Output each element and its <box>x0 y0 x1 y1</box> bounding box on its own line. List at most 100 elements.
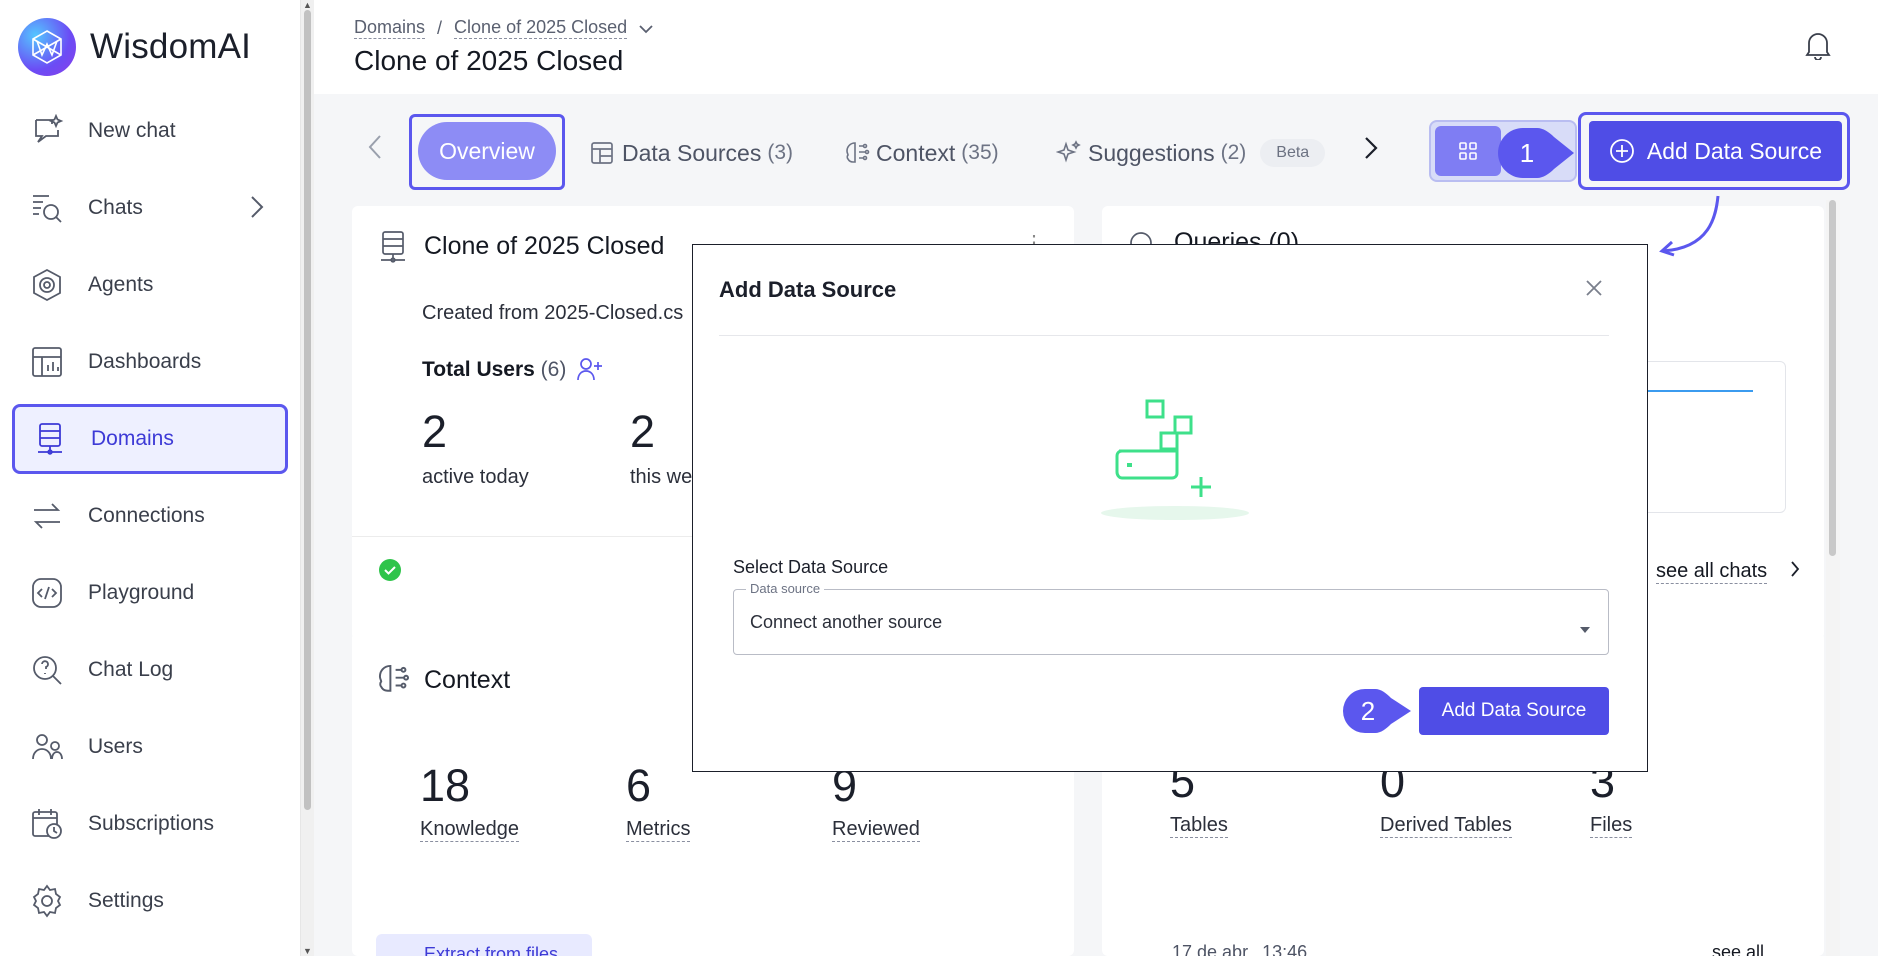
knowledge-label[interactable]: Knowledge <box>420 818 519 842</box>
check-circle-icon <box>378 558 402 587</box>
derived-tables-label[interactable]: Derived Tables <box>1380 814 1512 838</box>
sidebar-item-label: Settings <box>88 889 164 912</box>
last-updated-time: 17 de abr., 13:46 <box>1172 942 1308 956</box>
total-users-count: (6) <box>540 358 567 381</box>
select-value: Connect another source <box>750 612 943 632</box>
sidebar-item-label: Subscriptions <box>88 812 215 835</box>
sidebar-item-playground[interactable]: Playground <box>12 558 288 628</box>
scroll-up-icon[interactable]: ▲ <box>303 0 312 10</box>
caret-down-icon[interactable] <box>1580 620 1590 638</box>
tab-data-sources[interactable]: Data Sources (3) <box>590 122 793 184</box>
tables-label[interactable]: Tables <box>1170 814 1228 838</box>
files-label[interactable]: Files <box>1590 814 1633 838</box>
sidebar-item-chats[interactable]: Chats <box>12 173 288 243</box>
sidebar-item-label: Users <box>88 735 143 758</box>
this-week-value: 2 <box>630 406 656 457</box>
breadcrumb-current[interactable]: Clone of 2025 Closed <box>454 17 628 39</box>
plus-circle-icon <box>1609 138 1635 164</box>
tabs-prev-chevron-icon[interactable] <box>368 134 382 165</box>
subscriptions-icon <box>28 805 66 843</box>
sidebar-item-label: Dashboards <box>88 350 202 373</box>
sidebar-item-settings[interactable]: Settings <box>12 866 288 936</box>
beta-badge: Beta <box>1260 139 1326 167</box>
grid-view-icon[interactable] <box>1435 126 1501 176</box>
tab-count: (35) <box>961 141 999 164</box>
scroll-down-icon[interactable]: ▼ <box>303 946 312 956</box>
sparkle-icon <box>1056 140 1082 166</box>
playground-icon <box>28 574 66 612</box>
add-data-source-label: Add Data Source <box>1646 137 1823 164</box>
dashboard-icon <box>28 343 66 381</box>
tab-context[interactable]: Context (35) <box>844 122 999 184</box>
knowledge-value: 18 <box>420 760 471 811</box>
total-users-label: Total Users <box>422 358 535 381</box>
chats-search-icon <box>28 189 66 227</box>
chevron-right-icon[interactable] <box>250 195 264 225</box>
metrics-label[interactable]: Metrics <box>626 818 691 842</box>
chevron-down-icon[interactable] <box>639 18 653 39</box>
add-data-source-button[interactable]: Add Data Source <box>1589 121 1842 181</box>
this-week-label: this we <box>630 466 693 488</box>
breadcrumb-domains[interactable]: Domains <box>354 17 426 39</box>
domain-icon <box>378 230 408 269</box>
domain-title: Clone of 2025 Closed <box>424 232 665 260</box>
context-title: Context <box>424 666 511 694</box>
sidebar-item-label: Playground <box>88 581 195 604</box>
main-scrollbar[interactable] <box>1826 200 1840 956</box>
tab-suggestions[interactable]: Suggestions (2) Beta <box>1056 122 1326 184</box>
see-all-link[interactable]: see all <box>1712 942 1764 956</box>
tab-label: Suggestions <box>1088 139 1215 166</box>
app-name: WisdomAI <box>90 27 252 66</box>
notifications-bell-icon[interactable] <box>1804 30 1832 65</box>
see-all-chats-link[interactable]: see all chats <box>1656 560 1768 584</box>
sidebar-item-users[interactable]: Users <box>12 712 288 782</box>
close-icon[interactable] <box>1585 279 1603 302</box>
page-header: Domains / Clone of 2025 Closed Clone of … <box>314 0 1878 94</box>
sidebar-item-dashboards[interactable]: Dashboards <box>12 327 288 397</box>
connections-icon <box>28 497 66 535</box>
tab-overview[interactable]: Overview <box>418 122 556 180</box>
settings-icon <box>28 882 66 920</box>
breadcrumb: Domains / Clone of 2025 Closed <box>354 17 653 39</box>
dialog-title: Add Data Source <box>719 277 897 302</box>
tab-label: Context <box>876 139 956 166</box>
sidebar-item-label: Chat Log <box>88 658 174 681</box>
sidebar-item-connections[interactable]: Connections <box>12 481 288 551</box>
sidebar-item-label: Agents <box>88 273 154 296</box>
sidebar-item-chat-log[interactable]: Chat Log <box>12 635 288 705</box>
metrics-value: 6 <box>626 760 652 811</box>
tabs-next-chevron-icon[interactable] <box>1364 136 1378 165</box>
sidebar-scrollbar[interactable]: ▲ ▼ <box>300 0 314 956</box>
created-from-text: Created from 2025-Closed.cs <box>422 302 684 324</box>
dialog-add-data-source-button[interactable]: Add Data Source <box>1419 687 1609 735</box>
logo[interactable]: WisdomAI <box>18 18 251 76</box>
add-data-source-dialog: Add Data Source Select Data Source Data … <box>692 244 1648 772</box>
sidebar-item-new-chat[interactable]: New chat <box>12 96 288 166</box>
breadcrumb-separator: / <box>437 17 443 38</box>
sidebar-item-subscriptions[interactable]: Subscriptions <box>12 789 288 859</box>
scrollbar-thumb[interactable] <box>304 10 311 810</box>
extract-from-files-button[interactable]: Extract from files <box>376 934 592 956</box>
data-source-select[interactable]: Data source Connect another source <box>733 581 1609 655</box>
data-source-illustration-icon <box>1101 399 1249 520</box>
sidebar-nav: New chat Chats Agents Dashboards Domains… <box>12 96 288 943</box>
context-brain-icon <box>376 662 410 701</box>
domains-icon <box>31 420 69 458</box>
total-users: Total Users (6) <box>422 358 566 382</box>
chevron-right-icon[interactable] <box>1790 560 1800 583</box>
pointer-arrow-icon <box>1659 195 1720 257</box>
add-user-icon[interactable] <box>576 356 604 387</box>
tab-count: (2) <box>1220 141 1247 164</box>
sidebar-item-domains[interactable]: Domains <box>12 404 288 474</box>
callout-number: 2 <box>1360 695 1376 726</box>
tab-label: Data Sources <box>622 139 762 166</box>
users-icon <box>28 728 66 766</box>
step-callout-2: 2 <box>1341 687 1413 735</box>
reviewed-label[interactable]: Reviewed <box>832 818 920 842</box>
callout-number: 1 <box>1519 137 1535 168</box>
step-callout-1: 1 <box>1496 126 1576 180</box>
domain-tabs: Overview Data Sources (3) Context (35) S… <box>314 94 1878 206</box>
dialog-divider <box>719 335 1609 336</box>
sidebar-item-agents[interactable]: Agents <box>12 250 288 320</box>
scrollbar-thumb[interactable] <box>1829 200 1836 556</box>
